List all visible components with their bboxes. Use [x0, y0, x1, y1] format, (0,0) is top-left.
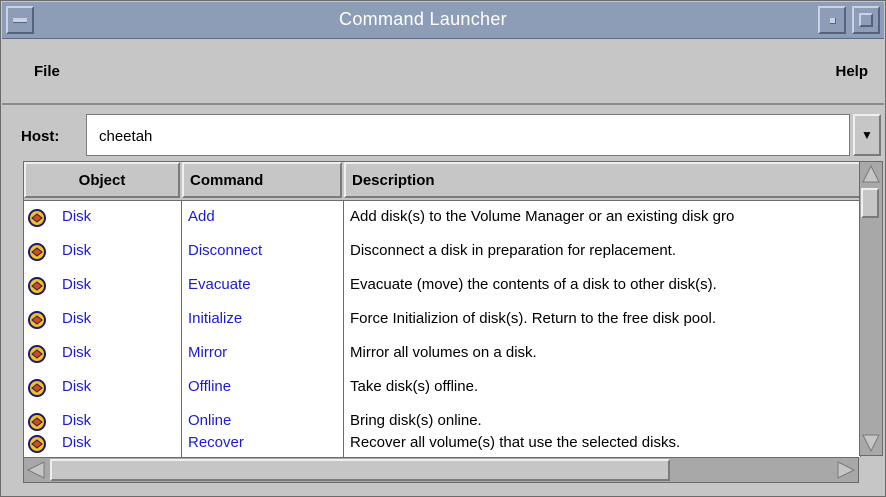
object-cell[interactable]: Disk	[24, 371, 180, 405]
window-menu-icon	[13, 18, 27, 23]
command-link[interactable]: Add	[188, 208, 215, 225]
disk-icon	[28, 435, 46, 453]
maximize-button[interactable]	[852, 6, 880, 34]
object-cell[interactable]: Disk	[24, 427, 180, 457]
disk-icon	[28, 345, 46, 363]
minimize-button[interactable]	[818, 6, 846, 34]
host-dropdown-button[interactable]: ▼	[853, 114, 881, 156]
object-label[interactable]: Disk	[62, 208, 91, 225]
horizontal-scrollbar[interactable]	[23, 457, 859, 483]
scroll-down-arrow-icon[interactable]	[861, 432, 881, 454]
disk-icon	[28, 379, 46, 397]
disk-icon	[28, 209, 46, 227]
menu-file[interactable]: File	[34, 63, 60, 80]
description-text: Take disk(s) offline.	[350, 378, 479, 395]
host-input[interactable]: cheetah	[86, 114, 850, 156]
horizontal-scroll-thumb[interactable]	[50, 459, 670, 481]
command-link[interactable]: Evacuate	[188, 276, 251, 293]
object-label[interactable]: Disk	[62, 276, 91, 293]
scroll-right-arrow-icon[interactable]	[835, 459, 857, 481]
object-cell[interactable]: Disk	[24, 269, 180, 303]
scroll-up-arrow-icon[interactable]	[861, 163, 881, 185]
minimize-icon	[830, 18, 836, 24]
host-label: Host:	[21, 128, 60, 145]
description-text: Disconnect a disk in preparation for rep…	[350, 242, 677, 259]
table-row[interactable]: Disk Add Add disk(s) to the Volume Manag…	[24, 201, 860, 235]
table-row[interactable]: Disk Recover Recover all volume(s) that …	[24, 427, 860, 457]
command-link[interactable]: Disconnect	[188, 242, 262, 259]
object-label[interactable]: Disk	[62, 242, 91, 259]
description-text: Evacuate (move) the contents of a disk t…	[350, 276, 717, 293]
description-text: Mirror all volumes on a disk.	[350, 344, 537, 361]
command-launcher-window: Command Launcher File Help Host: cheetah…	[0, 0, 886, 497]
table-row[interactable]: Disk Evacuate Evacuate (move) the conten…	[24, 269, 860, 303]
maximize-icon	[859, 13, 873, 27]
title-bar[interactable]: Command Launcher	[2, 2, 884, 39]
command-table: Object Command Description Disk Add Add …	[23, 161, 861, 458]
scrollbar-corner	[859, 457, 883, 483]
command-link[interactable]: Mirror	[188, 344, 227, 361]
triangle-down-icon: ▼	[861, 128, 873, 142]
table-row[interactable]: Disk Disconnect Disconnect a disk in pre…	[24, 235, 860, 269]
window-menu-button[interactable]	[6, 6, 34, 34]
disk-icon	[28, 277, 46, 295]
disk-icon	[28, 311, 46, 329]
command-link[interactable]: Recover	[188, 434, 244, 451]
object-cell[interactable]: Disk	[24, 337, 180, 371]
object-label[interactable]: Disk	[62, 434, 91, 451]
table-row[interactable]: Disk Offline Take disk(s) offline.	[24, 371, 860, 405]
object-label[interactable]: Disk	[62, 378, 91, 395]
vertical-scroll-thumb[interactable]	[861, 188, 879, 218]
column-header-object[interactable]: Object	[24, 162, 180, 198]
column-header-description[interactable]: Description	[344, 162, 860, 198]
object-cell[interactable]: Disk	[24, 235, 180, 269]
object-label[interactable]: Disk	[62, 310, 91, 327]
column-header-command[interactable]: Command	[182, 162, 342, 198]
object-label[interactable]: Disk	[62, 344, 91, 361]
command-link[interactable]: Offline	[188, 378, 231, 395]
object-cell[interactable]: Disk	[24, 303, 180, 337]
table-row[interactable]: Disk Initialize Force Initializion of di…	[24, 303, 860, 337]
disk-icon	[28, 243, 46, 261]
vertical-scrollbar[interactable]	[859, 161, 883, 456]
table-row[interactable]: Disk Mirror Mirror all volumes on a disk…	[24, 337, 860, 371]
object-cell[interactable]: Disk	[24, 201, 180, 235]
menu-bar: File Help	[2, 39, 884, 105]
description-text: Force Initializion of disk(s). Return to…	[350, 310, 716, 327]
menu-help[interactable]: Help	[835, 63, 868, 80]
scroll-left-arrow-icon[interactable]	[25, 459, 47, 481]
description-text: Add disk(s) to the Volume Manager or an …	[350, 208, 735, 225]
description-text: Recover all volume(s) that use the selec…	[350, 434, 681, 451]
table-header: Object Command Description	[24, 162, 860, 201]
command-link[interactable]: Initialize	[188, 310, 242, 327]
window-title: Command Launcher	[339, 9, 507, 29]
